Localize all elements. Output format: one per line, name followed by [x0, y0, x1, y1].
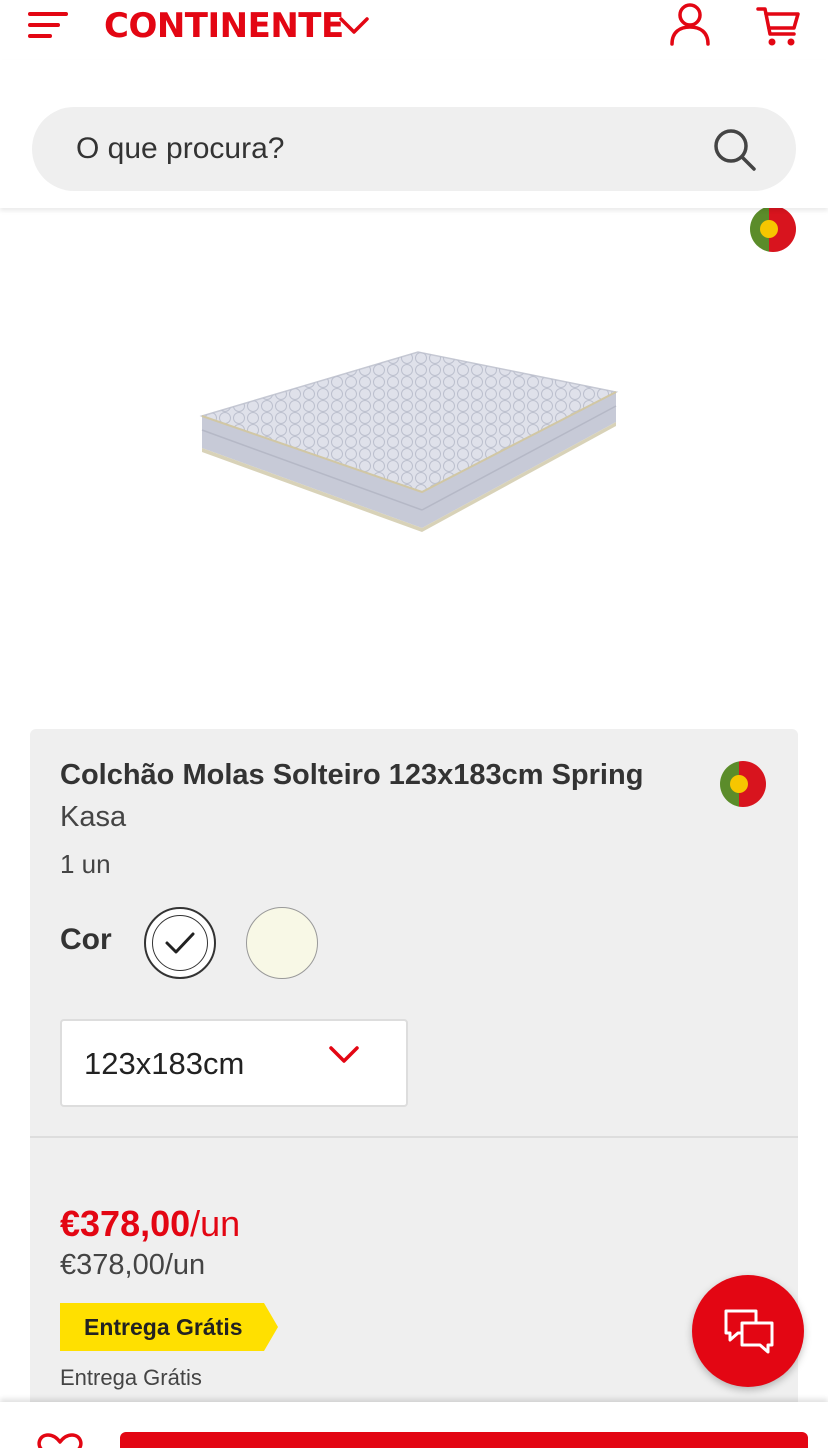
chevron-down-icon [329, 1046, 359, 1063]
size-select-value: 123x183cm [84, 1046, 245, 1081]
chat-button[interactable] [692, 1275, 804, 1387]
header: CONTINENTE [0, 0, 828, 60]
free-delivery-badge: Entrega Grátis [60, 1303, 278, 1351]
user-icon[interactable] [668, 2, 712, 46]
free-delivery-badge-label: Entrega Grátis [84, 1314, 243, 1340]
checkmark-icon [165, 932, 195, 954]
product-quantity: 1 un [60, 849, 111, 879]
continente-logo[interactable]: CONTINENTE [104, 6, 344, 46]
product-price: €378,00/un [60, 1203, 240, 1245]
price-unit: /un [190, 1203, 241, 1244]
search-bar[interactable]: O que procura? [32, 107, 796, 191]
product-title: Colchão Molas Solteiro 123x183cm Spring [60, 759, 644, 791]
search-section: O que procura? [0, 60, 828, 208]
portugal-flag-badge [750, 206, 796, 252]
heart-icon[interactable] [36, 1432, 84, 1448]
delivery-info: Entrega Grátis [60, 1365, 202, 1390]
chevron-down-icon[interactable] [338, 14, 370, 38]
reference-price: €378,00/un [60, 1249, 206, 1281]
search-input[interactable]: O que procura? [76, 107, 284, 191]
divider [30, 1136, 798, 1138]
shopping-cart-icon[interactable] [756, 4, 802, 48]
price-amount: €378,00 [60, 1203, 191, 1244]
product-image[interactable] [190, 340, 630, 540]
color-swatch-white[interactable] [144, 907, 216, 979]
hamburger-menu-icon[interactable] [28, 10, 68, 42]
search-icon[interactable] [712, 127, 758, 173]
bottom-action-bar [0, 1402, 828, 1448]
size-select[interactable]: 123x183cm [60, 1019, 408, 1107]
color-swatch-cream[interactable] [246, 907, 318, 979]
color-label: Cor [60, 923, 112, 956]
chat-bubbles-icon [724, 1309, 774, 1354]
product-info-card: Colchão Molas Solteiro 123x183cm Spring … [30, 729, 798, 1448]
add-to-cart-button[interactable] [120, 1432, 808, 1448]
product-brand[interactable]: Kasa [60, 801, 126, 834]
portugal-flag-badge [720, 761, 766, 807]
